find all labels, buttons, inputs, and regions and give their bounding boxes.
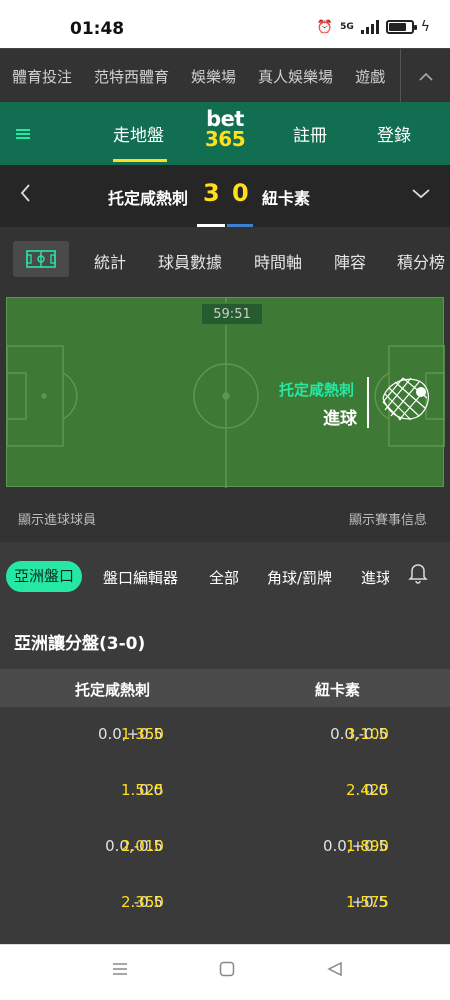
event-divider [367,377,369,428]
charging-icon: ϟ [420,19,430,35]
odds-row: 0.0,+0.5 1.350 0.0,-0.5 3.100 [0,707,450,763]
market-title: 亞洲讓分盤(3-0) [14,634,146,654]
status-time: 01:48 [70,19,125,39]
odds-value: 1.890 [346,837,389,855]
hamburger-menu-icon[interactable] [16,122,30,146]
logo-text-365: 365 [204,127,246,151]
system-nav-bar [0,944,450,1000]
odds-value: 1.525 [121,781,164,799]
event-team: 托定咸熱刺 [279,381,355,399]
tab-market-editor[interactable]: 盤口編輯器 [103,567,178,588]
status-bar: 01:48 ⏰ 5G ϟ [0,0,450,52]
home-score: 3 [203,179,220,207]
column-away-team: 紐卡素 [314,681,360,699]
category-nav: 體育投注 范特西體育 娛樂場 真人娛樂場 遊戲 [0,48,450,103]
away-score: 0 [232,179,249,207]
back-icon[interactable] [327,961,343,981]
odds-value: 3.100 [346,725,389,743]
show-match-info-link[interactable]: 顯示賽事信息 [349,509,427,528]
pitch-area: 59:51 托定咸熱刺 進球 顯示進球球員 顯示賽事信息 [0,291,450,541]
category-fantasy[interactable]: 范特西體育 [83,66,180,87]
category-games[interactable]: 遊戲 [344,66,396,87]
tab-corners-cards[interactable]: 角球/罰牌 [267,567,332,588]
tab-lineups[interactable]: 陣容 [334,249,366,273]
chevron-up-icon[interactable] [401,49,450,103]
home-team-name: 托定咸熱刺 [108,189,189,208]
odds-value: 2.350 [121,893,164,911]
category-casino[interactable]: 娛樂場 [180,66,247,87]
match-clock: 59:51 [201,303,263,325]
chevron-down-icon[interactable] [412,183,430,204]
network-label: 5G [340,22,354,32]
tab-goals[interactable]: 進球 [361,567,389,588]
pitch[interactable]: 59:51 托定咸熱刺 進球 [6,297,445,488]
tab-player-stats[interactable]: 球員數據 [158,249,222,273]
logo-text-bet: bet [206,107,244,131]
category-sports[interactable]: 體育投注 [0,66,83,87]
odds-value: 2.425 [346,781,389,799]
odds-row: 0.0 1.525 0.0 2.425 [0,763,450,819]
tab-timeline[interactable]: 時間軸 [254,249,302,273]
event-type: 進球 [323,409,357,429]
recent-apps-icon[interactable] [112,961,128,981]
alarm-icon: ⏰ [316,19,334,35]
away-team-name: 紐卡素 [262,189,311,208]
tab-all[interactable]: 全部 [209,567,239,588]
market-title-bar[interactable]: 亞洲讓分盤(3-0) [0,609,450,669]
category-nav-items: 體育投注 范特西體育 娛樂場 真人娛樂場 遊戲 [0,49,400,103]
odds-value: 2.010 [121,837,164,855]
show-scorers-link[interactable]: 顯示進球球員 [18,509,96,528]
category-live-casino[interactable]: 真人娛樂場 [247,66,344,87]
stat-tabs: 統計 球員數據 時間軸 陣容 積分榜 [0,227,450,291]
pitch-view-icon[interactable] [13,241,69,277]
bell-icon[interactable] [408,562,428,588]
odds-row: -0.5 2.350 +0.5 1.575 [0,875,450,931]
match-header: 托定咸熱刺 3 0 紐卡素 [0,165,450,227]
market-column-header: 托定咸熱刺 紐卡素 [0,669,450,707]
chevron-left-icon[interactable] [20,183,31,207]
odds-value: 1.350 [121,725,164,743]
bet365-logo[interactable]: bet 365 [201,107,249,151]
tab-standings[interactable]: 積分榜 [397,249,445,273]
home-icon[interactable] [219,961,235,981]
goal-net-icon [382,377,429,421]
market-tabs: 亞洲盤口 盤口編輯器 全部 角球/罰牌 進球 [0,541,450,609]
login-button[interactable]: 登錄 [377,102,411,165]
nav-live-underline [113,159,167,162]
odds-value: 1.575 [346,893,389,911]
column-home-team: 托定咸熱刺 [74,681,150,699]
status-icons: ⏰ 5G ϟ [317,19,430,35]
register-button[interactable]: 註冊 [293,102,327,165]
tab-stats[interactable]: 統計 [94,249,126,273]
odds-table: 0.0,+0.5 1.350 0.0,-0.5 3.100 0.0 1.525 … [0,707,450,944]
signal-icon [360,20,379,34]
nav-live[interactable]: 走地盤 [113,102,164,165]
odds-row: 0.0,-0.5 2.010 0.0,+0.5 1.890 [0,819,450,875]
tab-asian-handicap[interactable]: 亞洲盤口 [6,561,83,592]
battery-icon [385,20,417,34]
